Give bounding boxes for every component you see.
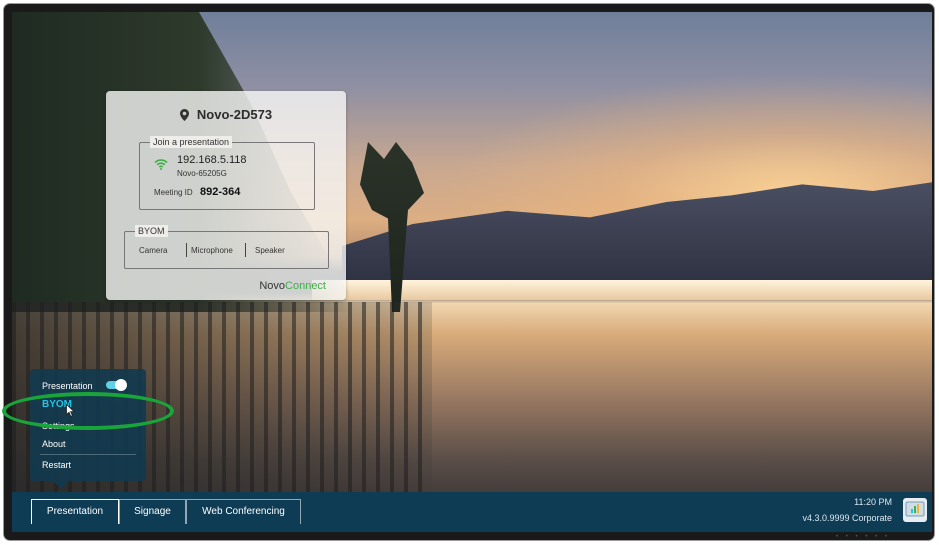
menu-item-presentation[interactable]: Presentation — [42, 381, 93, 391]
ssid: Novo-65205G — [177, 169, 227, 178]
join-presentation-group: Join a presentation 192.168.5.118 Novo-6… — [139, 136, 315, 210]
menu-item-restart[interactable]: Restart — [42, 460, 71, 470]
tab-signage[interactable]: Signage — [119, 499, 186, 524]
byom-microphone-option[interactable]: Microphone — [191, 246, 233, 255]
ip-address: 192.168.5.118 — [177, 154, 247, 166]
byom-speaker-option[interactable]: Speaker — [255, 246, 285, 255]
meeting-id-label: Meeting ID — [154, 188, 193, 197]
device-title: Novo-2D573 — [106, 107, 346, 124]
brand-novo: Novo — [259, 280, 286, 292]
mouse-cursor-icon — [66, 403, 76, 422]
byom-legend: BYOM — [135, 225, 168, 237]
location-pin-icon — [179, 109, 189, 124]
wifi-icon — [154, 157, 168, 175]
divider — [245, 243, 246, 257]
tab-web-conferencing[interactable]: Web Conferencing — [186, 499, 301, 524]
join-legend: Join a presentation — [150, 136, 233, 148]
taskbar: Presentation Signage Web Conferencing 11… — [12, 492, 932, 532]
divider — [186, 243, 187, 257]
highlight-ellipse — [2, 392, 174, 430]
meeting-id: 892-364 — [200, 186, 241, 198]
menu-item-about[interactable]: About — [42, 439, 66, 449]
system-tray-icon[interactable] — [903, 498, 927, 522]
clock: 11:20 PM — [854, 497, 892, 507]
menu-pointer — [53, 481, 69, 489]
version-label: v4.3.0.9999 Corporate — [802, 513, 892, 523]
brand-connect: Connect — [285, 280, 326, 292]
novoconnect-logo: NovoConnect — [259, 280, 326, 292]
menu-divider — [40, 454, 136, 455]
byom-camera-option[interactable]: Camera — [139, 246, 167, 255]
shoreline — [312, 280, 932, 300]
bezel-indicator-dots: • • • • • • — [836, 534, 890, 540]
connection-info-card: Novo-2D573 Join a presentation 192.168.5… — [106, 91, 346, 300]
device-name: Novo-2D573 — [196, 107, 273, 122]
byom-group: BYOM Camera Microphone Speaker — [124, 225, 329, 269]
tab-presentation[interactable]: Presentation — [31, 499, 119, 524]
presentation-toggle[interactable] — [106, 379, 127, 391]
